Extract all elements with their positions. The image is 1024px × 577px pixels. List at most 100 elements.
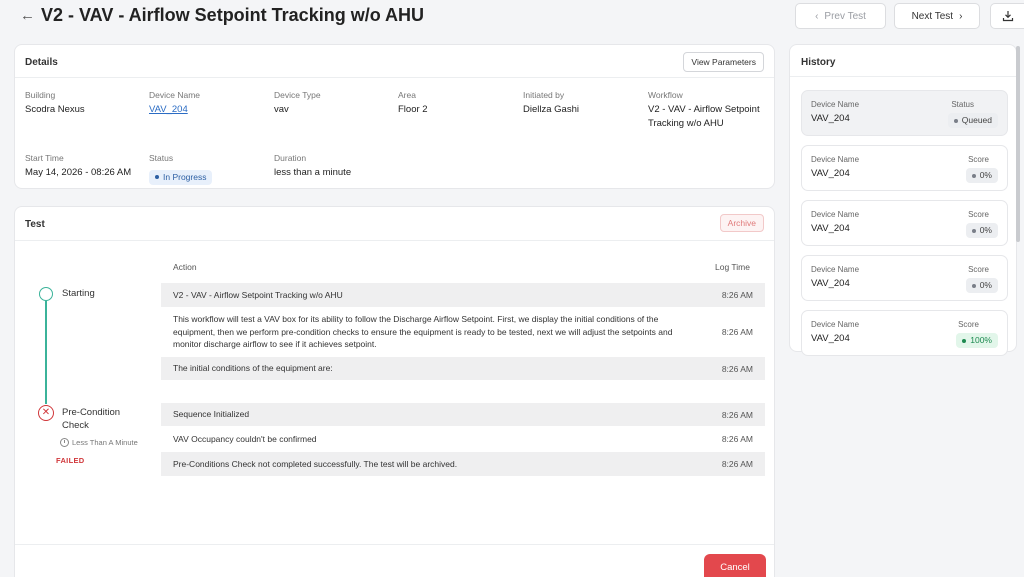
history-metric-label: Score <box>968 155 989 164</box>
device-type-field: Device Type vav <box>274 90 392 117</box>
device-type-value: vav <box>274 104 289 115</box>
table-row: V2 - VAV - Airflow Setpoint Tracking w/o… <box>161 283 765 307</box>
row-time: 8:26 AM <box>721 327 753 337</box>
history-badge-text: 100% <box>970 335 992 345</box>
footer-divider <box>15 544 774 545</box>
row-action: The initial conditions of the equipment … <box>173 363 333 374</box>
history-device-label: Device Name <box>811 265 860 274</box>
test-title: Test <box>25 219 45 230</box>
building-label: Building <box>25 90 56 100</box>
history-item[interactable]: Device Name Score VAV_204 0% <box>801 145 1008 191</box>
row-action: Sequence Initialized <box>173 409 250 420</box>
workflow-label: Workflow <box>648 90 683 100</box>
area-field: Area Floor 2 <box>398 90 516 117</box>
table-row: Sequence Initialized 8:26 AM <box>161 403 765 426</box>
download-icon <box>1002 11 1013 22</box>
timeline-line <box>45 301 47 404</box>
device-name-link[interactable]: VAV_204 <box>149 103 267 117</box>
history-device-name: VAV_204 <box>811 168 850 179</box>
row-time: 8:26 AM <box>721 459 753 469</box>
status-dot-icon <box>155 175 159 179</box>
device-name-label: Device Name <box>149 90 201 100</box>
table-row: Pre-Conditions Check not completed succe… <box>161 452 765 476</box>
badge-dot-icon <box>971 283 976 288</box>
status-label: Status <box>149 153 174 163</box>
history-badge-text: 0% <box>979 280 992 290</box>
step-duration: Less Than A Minute <box>60 438 138 447</box>
initiated-by-value: Diellza Gashi <box>523 104 579 115</box>
history-score-badge: 100% <box>956 333 998 348</box>
history-item[interactable]: Device Name Score VAV_204 0% <box>801 255 1008 301</box>
prev-test-button[interactable]: ‹ Prev Test <box>795 3 886 29</box>
history-device-label: Device Name <box>811 155 860 164</box>
table-row: This workflow will test a VAV box for it… <box>161 309 765 355</box>
status-badge: In Progress <box>149 169 213 185</box>
history-metric-label: Score <box>968 265 989 274</box>
badge-dot-icon <box>971 173 976 178</box>
history-metric-label: Score <box>968 210 989 219</box>
download-button[interactable] <box>990 3 1024 29</box>
details-divider <box>15 77 774 78</box>
initiated-by-label: Initiated by <box>523 90 565 100</box>
table-row: The initial conditions of the equipment … <box>161 357 765 380</box>
history-metric-label: Score <box>958 320 979 329</box>
details-card: Details View Parameters Building Scodra … <box>14 44 775 189</box>
row-time: 8:26 AM <box>721 434 753 444</box>
back-arrow-icon[interactable]: ← <box>20 7 35 24</box>
clock-icon <box>60 438 69 447</box>
building-field: Building Scodra Nexus <box>25 90 143 117</box>
history-item[interactable]: Device Name Score VAV_204 100% <box>801 310 1008 356</box>
history-score-badge: 0% <box>965 278 998 293</box>
row-action: This workflow will test a VAV box for it… <box>173 314 673 350</box>
history-score-badge: 0% <box>965 168 998 183</box>
history-metric-label: Status <box>951 100 974 109</box>
next-test-button[interactable]: Next Test › <box>894 3 980 29</box>
building-value: Scodra Nexus <box>25 104 85 115</box>
prev-test-label: Prev Test <box>824 10 866 22</box>
start-time-label: Start Time <box>25 153 64 163</box>
start-time-field: Start Time May 14, 2026 - 08:26 AM <box>25 153 149 180</box>
history-scrollbar[interactable] <box>1016 46 1020 242</box>
status-field: Status In Progress <box>149 153 267 185</box>
badge-dot-icon <box>971 228 976 233</box>
history-score-badge: 0% <box>965 223 998 238</box>
history-card: History Device Name Status VAV_204 Queue… <box>789 44 1017 356</box>
history-badge-text: Queued <box>961 115 992 125</box>
history-device-name: VAV_204 <box>811 223 850 234</box>
log-time-column-header: Log Time <box>715 262 750 272</box>
history-badge-text: 0% <box>979 225 992 235</box>
row-time: 8:26 AM <box>721 363 753 374</box>
cancel-button[interactable]: Cancel <box>704 554 766 577</box>
archive-button[interactable]: Archive <box>719 214 764 232</box>
row-action: V2 - VAV - Airflow Setpoint Tracking w/o… <box>173 289 343 300</box>
test-divider <box>15 240 774 241</box>
badge-dot-icon <box>962 338 967 343</box>
history-device-name: VAV_204 <box>811 333 850 344</box>
history-item[interactable]: Device Name Status VAV_204 Queued <box>801 90 1008 136</box>
action-column-header: Action <box>173 262 197 272</box>
row-action: Pre-Conditions Check not completed succe… <box>173 458 458 469</box>
duration-label: Duration <box>274 153 307 163</box>
device-type-label: Device Type <box>274 90 321 100</box>
test-card: Test Archive Action Log Time Starting ✕ … <box>14 206 775 577</box>
step-starting-label: Starting <box>62 288 95 299</box>
start-time-value: May 14, 2026 - 08:26 AM <box>25 167 132 178</box>
history-item[interactable]: Device Name Score VAV_204 0% <box>801 200 1008 246</box>
step-failed-label: FAILED <box>56 456 85 465</box>
page-title: V2 - VAV - Airflow Setpoint Tracking w/o… <box>41 5 425 25</box>
row-action: VAV Occupancy couldn't be confirmed <box>173 433 317 444</box>
area-value: Floor 2 <box>398 104 428 115</box>
history-title: History <box>801 57 836 68</box>
history-divider <box>790 76 1016 77</box>
details-title: Details <box>25 57 58 68</box>
history-device-label: Device Name <box>811 320 860 329</box>
duration-field: Duration less than a minute <box>274 153 392 180</box>
x-circle-icon: ✕ <box>38 405 54 421</box>
history-device-label: Device Name <box>811 100 860 109</box>
history-device-name: VAV_204 <box>811 278 850 289</box>
chevron-left-icon: ‹ <box>815 10 819 22</box>
row-time: 8:26 AM <box>721 409 753 420</box>
history-status-badge: Queued <box>947 113 998 128</box>
view-parameters-button[interactable]: View Parameters <box>683 52 764 72</box>
table-row: VAV Occupancy couldn't be confirmed 8:26… <box>161 428 765 450</box>
